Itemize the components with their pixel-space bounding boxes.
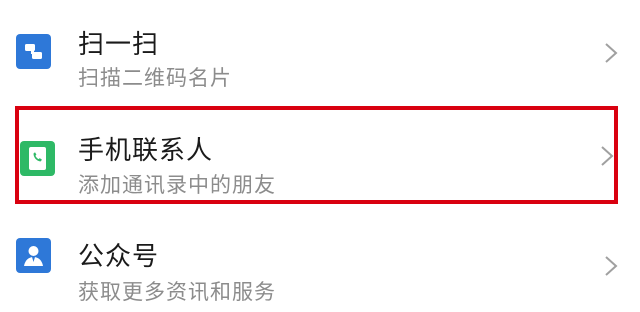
menu-item-phone-contacts[interactable]: 手机联系人 添加通讯录中的朋友 [0,106,640,206]
phone-contacts-icon [20,141,55,176]
menu-item-official-accounts[interactable]: 公众号 获取更多资讯和服务 [0,212,640,312]
chevron-right-icon [601,146,614,166]
menu-item-title: 手机联系人 [78,136,214,166]
menu-item-subtitle: 扫描二维码名片 [78,66,232,90]
menu-item-title: 扫一扫 [78,30,160,60]
menu-item-scan[interactable]: 扫一扫 扫描二维码名片 [0,0,640,100]
chevron-right-icon [605,256,618,276]
add-friend-options-list: 扫一扫 扫描二维码名片 手机联系人 添加通讯录中的朋友 公众号 获取更多资讯和服… [0,0,640,312]
menu-item-subtitle: 添加通讯录中的朋友 [78,173,276,197]
scan-icon [16,34,51,69]
official-account-icon [16,238,51,273]
menu-item-subtitle: 获取更多资讯和服务 [78,280,276,304]
menu-item-title: 公众号 [78,242,160,272]
chevron-right-icon [605,43,618,63]
